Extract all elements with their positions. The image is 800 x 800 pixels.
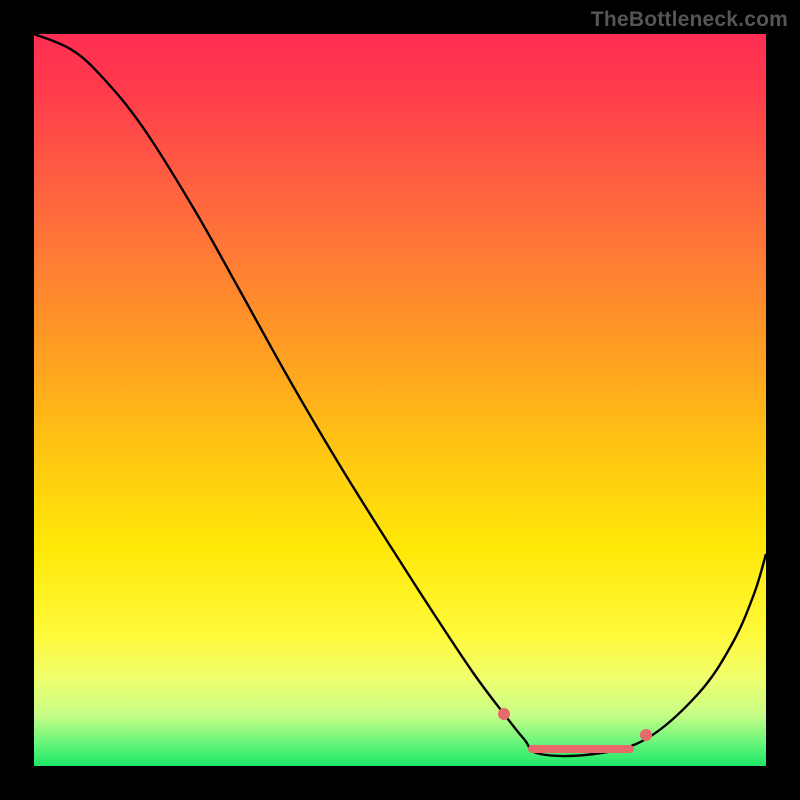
- watermark-text: TheBottleneck.com: [591, 8, 788, 32]
- marker-dot-left: [498, 708, 510, 720]
- bottleneck-curve: [34, 34, 766, 756]
- marker-dot-right: [640, 729, 652, 741]
- chart-plot-area: [34, 34, 766, 766]
- curve-svg: [34, 34, 766, 766]
